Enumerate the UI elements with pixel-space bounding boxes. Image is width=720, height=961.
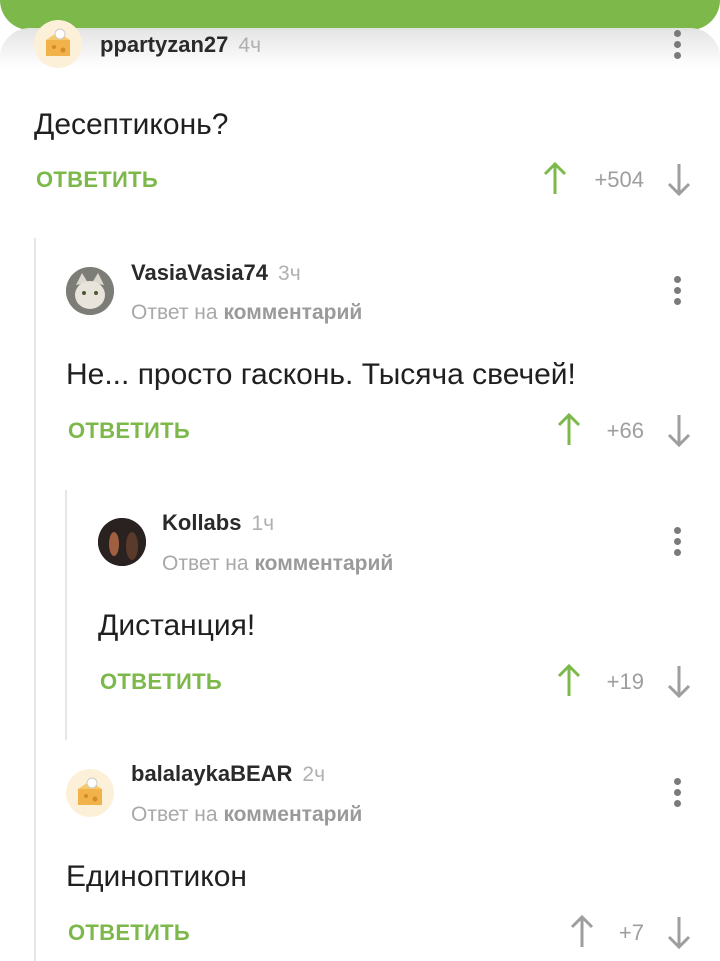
dark-avatar-icon[interactable] — [98, 518, 146, 566]
comment-username[interactable]: VasiaVasia74 3ч — [131, 260, 301, 286]
upvote-arrow-icon[interactable] — [543, 161, 567, 196]
rating-value: +66 — [606, 418, 644, 443]
reply-button[interactable]: ОТВЕТИТЬ — [68, 920, 190, 946]
reply-to-label: Ответ на комментарий — [131, 803, 363, 826]
more-options-icon[interactable] — [674, 527, 682, 557]
comment-time: 3ч — [278, 262, 301, 285]
reply-button[interactable]: ОТВЕТИТЬ — [36, 167, 158, 193]
downvote-arrow-icon[interactable] — [667, 162, 691, 197]
more-options-icon[interactable] — [674, 276, 682, 306]
rating-value: +19 — [606, 669, 644, 694]
downvote-arrow-icon[interactable] — [667, 664, 691, 699]
reply-to-link[interactable]: комментарий — [254, 552, 393, 575]
reply-button[interactable]: ОТВЕТИТЬ — [68, 418, 190, 444]
comment-time: 2ч — [302, 763, 326, 786]
thread-line-level-1 — [34, 238, 36, 961]
top-bar — [0, 0, 720, 30]
comment-text: Десептиконь? — [34, 108, 229, 141]
rating-value: +504 — [594, 167, 644, 192]
comment-text: Единоптикон — [66, 860, 247, 893]
cheese-avatar-icon[interactable] — [66, 769, 114, 817]
rating-value: +7 — [618, 920, 644, 945]
comment-time: 1ч — [251, 512, 275, 535]
thread-line-level-2 — [65, 490, 67, 740]
reply-button[interactable]: ОТВЕТИТЬ — [100, 669, 222, 695]
comment-username[interactable]: Kollabs 1ч — [162, 510, 274, 536]
comment-text: Дистанция! — [98, 609, 256, 642]
cat-avatar-icon[interactable] — [66, 267, 114, 315]
downvote-arrow-icon[interactable] — [667, 915, 691, 950]
reply-to-link[interactable]: комментарий — [223, 803, 362, 826]
comment-text: Не... просто гасконь. Тысяча свечей! — [66, 358, 576, 391]
reply-to-label: Ответ на комментарий — [131, 301, 363, 324]
cheese-avatar-icon[interactable] — [34, 20, 82, 68]
more-options-icon[interactable] — [674, 30, 682, 60]
comment-time: 4ч — [238, 34, 262, 57]
reply-to-link[interactable]: комментарий — [223, 301, 362, 324]
more-options-icon[interactable] — [674, 778, 682, 808]
reply-to-label: Ответ на комментарий — [162, 552, 394, 575]
comment-username[interactable]: ppartyzan27 4ч — [100, 32, 261, 58]
downvote-arrow-icon[interactable] — [667, 413, 691, 448]
comment-username[interactable]: balalaykaBEAR 2ч — [131, 761, 325, 787]
